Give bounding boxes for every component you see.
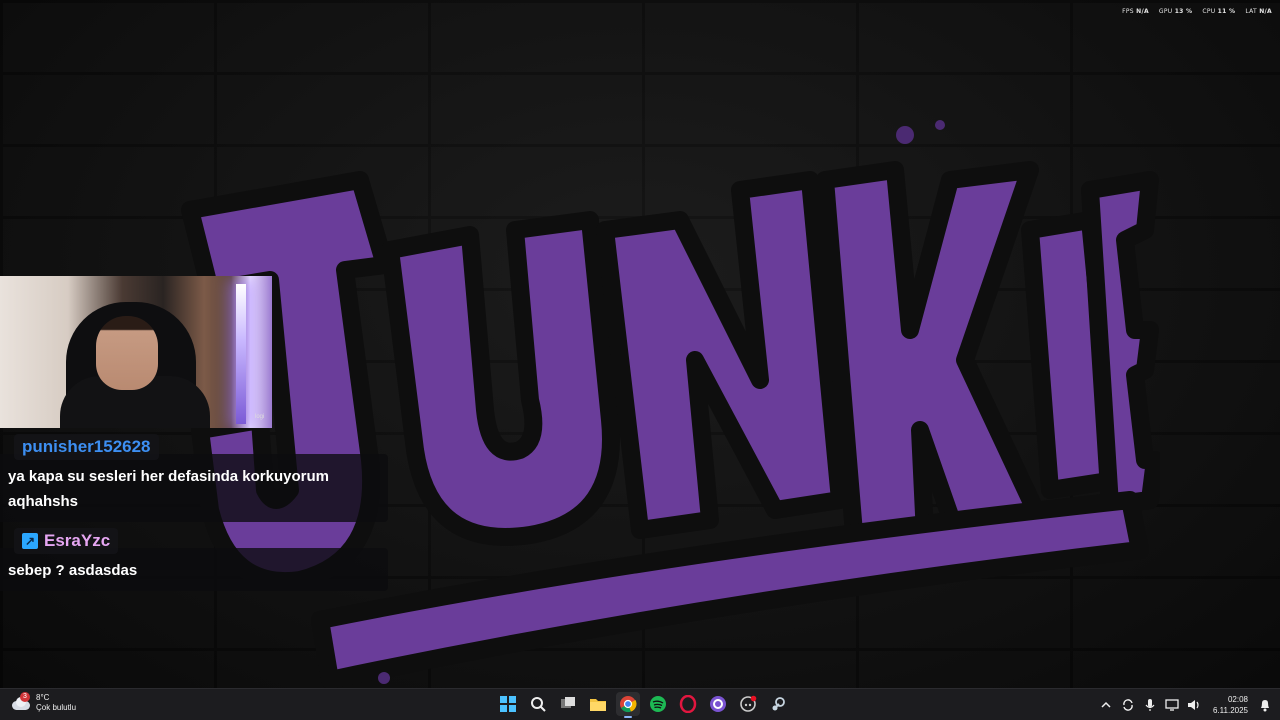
gpu-stat: GPU 13 % bbox=[1158, 8, 1193, 15]
junkie-logo-graphic bbox=[181, 120, 1164, 689]
opera-gx-icon bbox=[679, 695, 697, 713]
spotify-button[interactable] bbox=[646, 692, 670, 716]
folder-icon bbox=[590, 699, 606, 711]
windows-icon bbox=[500, 696, 516, 712]
latency-stat: LAT N/A bbox=[1245, 8, 1272, 15]
discord-icon bbox=[740, 695, 757, 712]
chrome-button[interactable] bbox=[616, 692, 640, 718]
clock-date: 6.11.2025 bbox=[1213, 706, 1248, 715]
neon-light bbox=[236, 284, 246, 424]
network-icon[interactable] bbox=[1165, 698, 1179, 712]
task-view-icon bbox=[561, 697, 575, 708]
weather-temp: 8°C bbox=[36, 693, 50, 702]
chat-username: punisher152628 bbox=[14, 434, 159, 460]
notification-count: 3 bbox=[20, 692, 30, 702]
show-hidden-icons-button[interactable] bbox=[1099, 698, 1113, 712]
chat-username-text: punisher152628 bbox=[22, 437, 151, 456]
streamer-face bbox=[96, 316, 158, 390]
notifications-button[interactable] bbox=[1258, 698, 1272, 712]
chat-line: ya kapa su sesleri her defasinda korkuyo… bbox=[8, 468, 329, 485]
search-icon bbox=[531, 697, 546, 712]
weather-condition: Çok bulutlu bbox=[36, 703, 77, 712]
file-explorer-button[interactable] bbox=[586, 692, 610, 716]
taskbar: 3 8°C Çok bulutlu 02:08 6.11.2025 bbox=[0, 688, 1280, 720]
steam-button[interactable] bbox=[766, 692, 790, 716]
fps-stat: FPS N/A bbox=[1122, 8, 1149, 15]
opera-gx-button[interactable] bbox=[676, 692, 700, 716]
microphone-icon[interactable] bbox=[1143, 698, 1157, 712]
start-button[interactable] bbox=[496, 692, 520, 716]
obs-button[interactable] bbox=[706, 692, 730, 716]
weather-widget[interactable]: 3 8°C Çok bulutlu bbox=[10, 692, 77, 713]
volume-icon[interactable] bbox=[1187, 698, 1201, 712]
obs-icon bbox=[710, 696, 726, 712]
junkie-logo bbox=[150, 80, 1164, 690]
cloud-icon: 3 bbox=[10, 692, 30, 711]
clock[interactable]: 02:08 6.11.2025 bbox=[1213, 694, 1248, 716]
chat-username-text: EsraYzc bbox=[44, 531, 111, 550]
spotify-icon bbox=[650, 696, 666, 712]
mic-glyph bbox=[1145, 699, 1155, 711]
chat-message-body: sebep ? asdasdas bbox=[0, 548, 388, 591]
steam-icon bbox=[772, 697, 785, 711]
bell-icon bbox=[1261, 700, 1269, 712]
chat-overlay: punisher152628 ya kapa su sesleri her de… bbox=[0, 434, 390, 597]
chat-line: sebep ? asdasdas bbox=[8, 562, 138, 579]
cpu-stat: CPU 11 % bbox=[1202, 8, 1236, 15]
chat-username: ↗ EsraYzc bbox=[14, 528, 119, 554]
chat-line: aqhahshs bbox=[8, 493, 79, 510]
chat-message: ↗ EsraYzc sebep ? asdasdas bbox=[0, 528, 390, 591]
performance-overlay: FPS N/A GPU 13 % CPU 11 % LAT N/A bbox=[1122, 8, 1272, 15]
discord-button[interactable] bbox=[736, 692, 760, 716]
webcam-brand: logi bbox=[255, 414, 265, 420]
chevron-up-icon bbox=[1101, 701, 1111, 708]
task-view-button[interactable] bbox=[556, 692, 580, 716]
subscriber-badge-icon: ↗ bbox=[22, 533, 38, 549]
webcam-feed: logi bbox=[0, 276, 272, 428]
chat-message-body: ya kapa su sesleri her defasinda korkuyo… bbox=[0, 454, 388, 522]
sync-icon[interactable] bbox=[1121, 698, 1135, 712]
speaker-glyph bbox=[1188, 700, 1199, 710]
chrome-icon bbox=[620, 696, 637, 713]
taskbar-apps bbox=[496, 692, 790, 718]
sync-glyph bbox=[1123, 699, 1133, 711]
monitor-glyph bbox=[1165, 699, 1179, 711]
clock-time: 02:08 bbox=[1227, 695, 1248, 704]
search-button[interactable] bbox=[526, 692, 550, 716]
chat-message: punisher152628 ya kapa su sesleri her de… bbox=[0, 434, 390, 522]
system-tray: 02:08 6.11.2025 bbox=[1099, 689, 1272, 720]
